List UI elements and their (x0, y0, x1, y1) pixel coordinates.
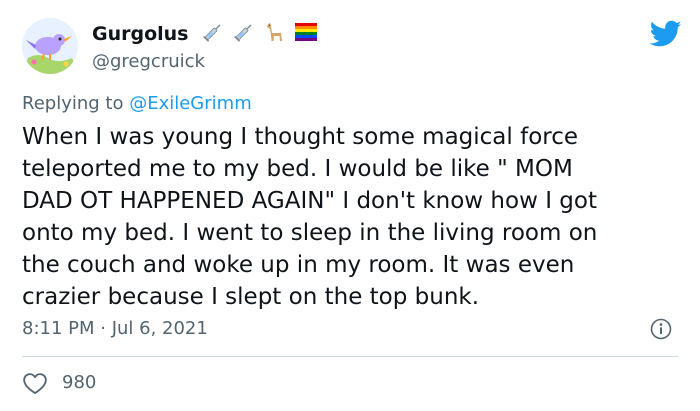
twitter-bird-icon[interactable] (649, 20, 682, 52)
replying-to-mention[interactable]: @ExileGrimm (129, 93, 252, 114)
tweet-text: When I was young I thought some magical … (22, 124, 598, 310)
author-names: Gurgolus @gregcruick (92, 21, 321, 75)
like-count: 980 (62, 372, 97, 393)
author-display-name[interactable]: Gurgolus (92, 22, 189, 46)
syringe-icon (233, 21, 255, 47)
author-handle[interactable]: @gregcruick (92, 49, 321, 75)
tweet-timestamp[interactable]: 8:11 PM · Jul 6, 2021 (22, 318, 208, 339)
author-badges (202, 21, 321, 47)
replying-to: Replying to @ExileGrimm (22, 93, 252, 114)
divider (22, 356, 678, 357)
llama-icon (264, 21, 286, 47)
replying-to-label: Replying to (22, 93, 130, 114)
tweet-header: Gurgolus @gregcruick (22, 18, 682, 78)
syringe-icon (202, 21, 224, 47)
heart-icon[interactable] (22, 371, 48, 399)
avatar[interactable] (22, 18, 78, 74)
bird-avatar-icon (22, 18, 78, 74)
rainbow-flag-icon (294, 23, 317, 45)
info-icon[interactable] (650, 318, 672, 344)
